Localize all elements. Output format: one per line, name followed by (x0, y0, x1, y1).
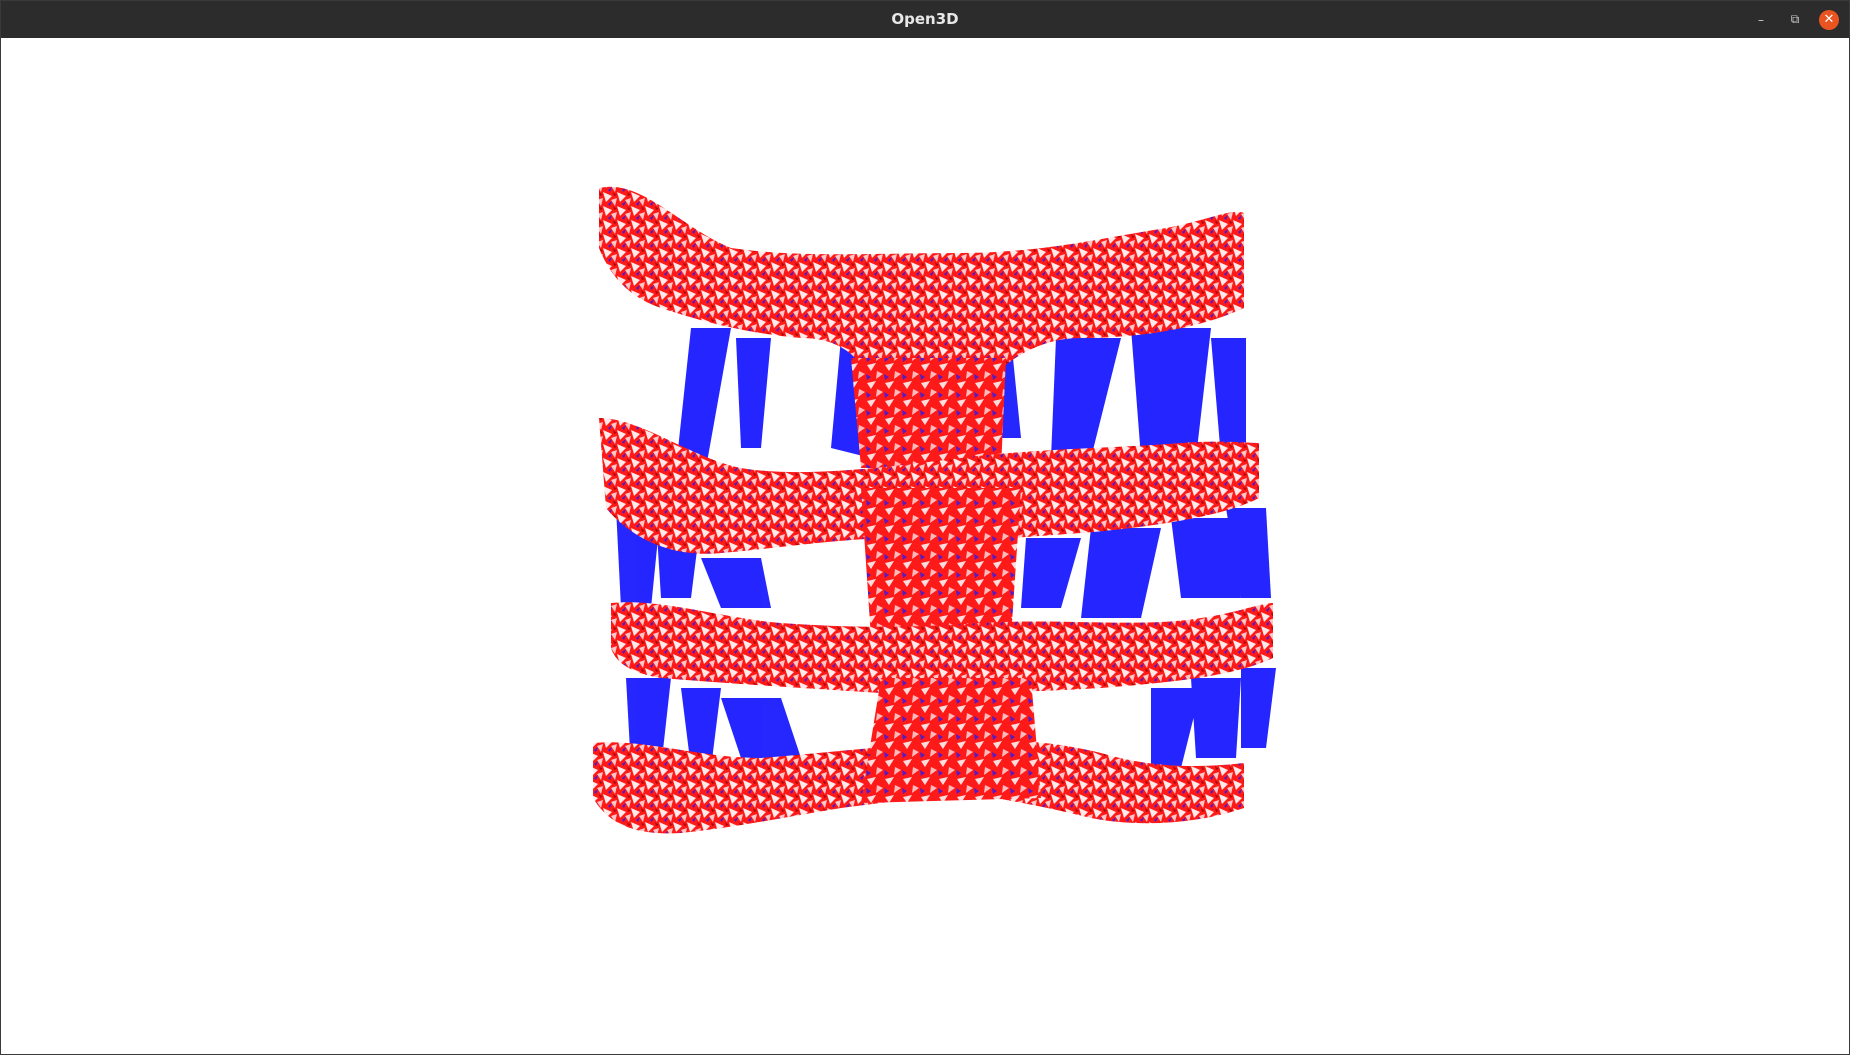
window-controls: – ⧉ ✕ (1751, 1, 1839, 38)
window-title: Open3D (891, 10, 959, 28)
minimize-icon[interactable]: – (1751, 10, 1771, 30)
restore-icon[interactable]: ⧉ (1785, 10, 1805, 30)
close-icon[interactable]: ✕ (1819, 9, 1839, 30)
3d-viewport[interactable] (1, 38, 1849, 1054)
mesh-render (593, 186, 1276, 834)
title-bar[interactable]: Open3D – ⧉ ✕ (1, 1, 1849, 39)
open3d-window: Open3D – ⧉ ✕ (0, 0, 1850, 1055)
